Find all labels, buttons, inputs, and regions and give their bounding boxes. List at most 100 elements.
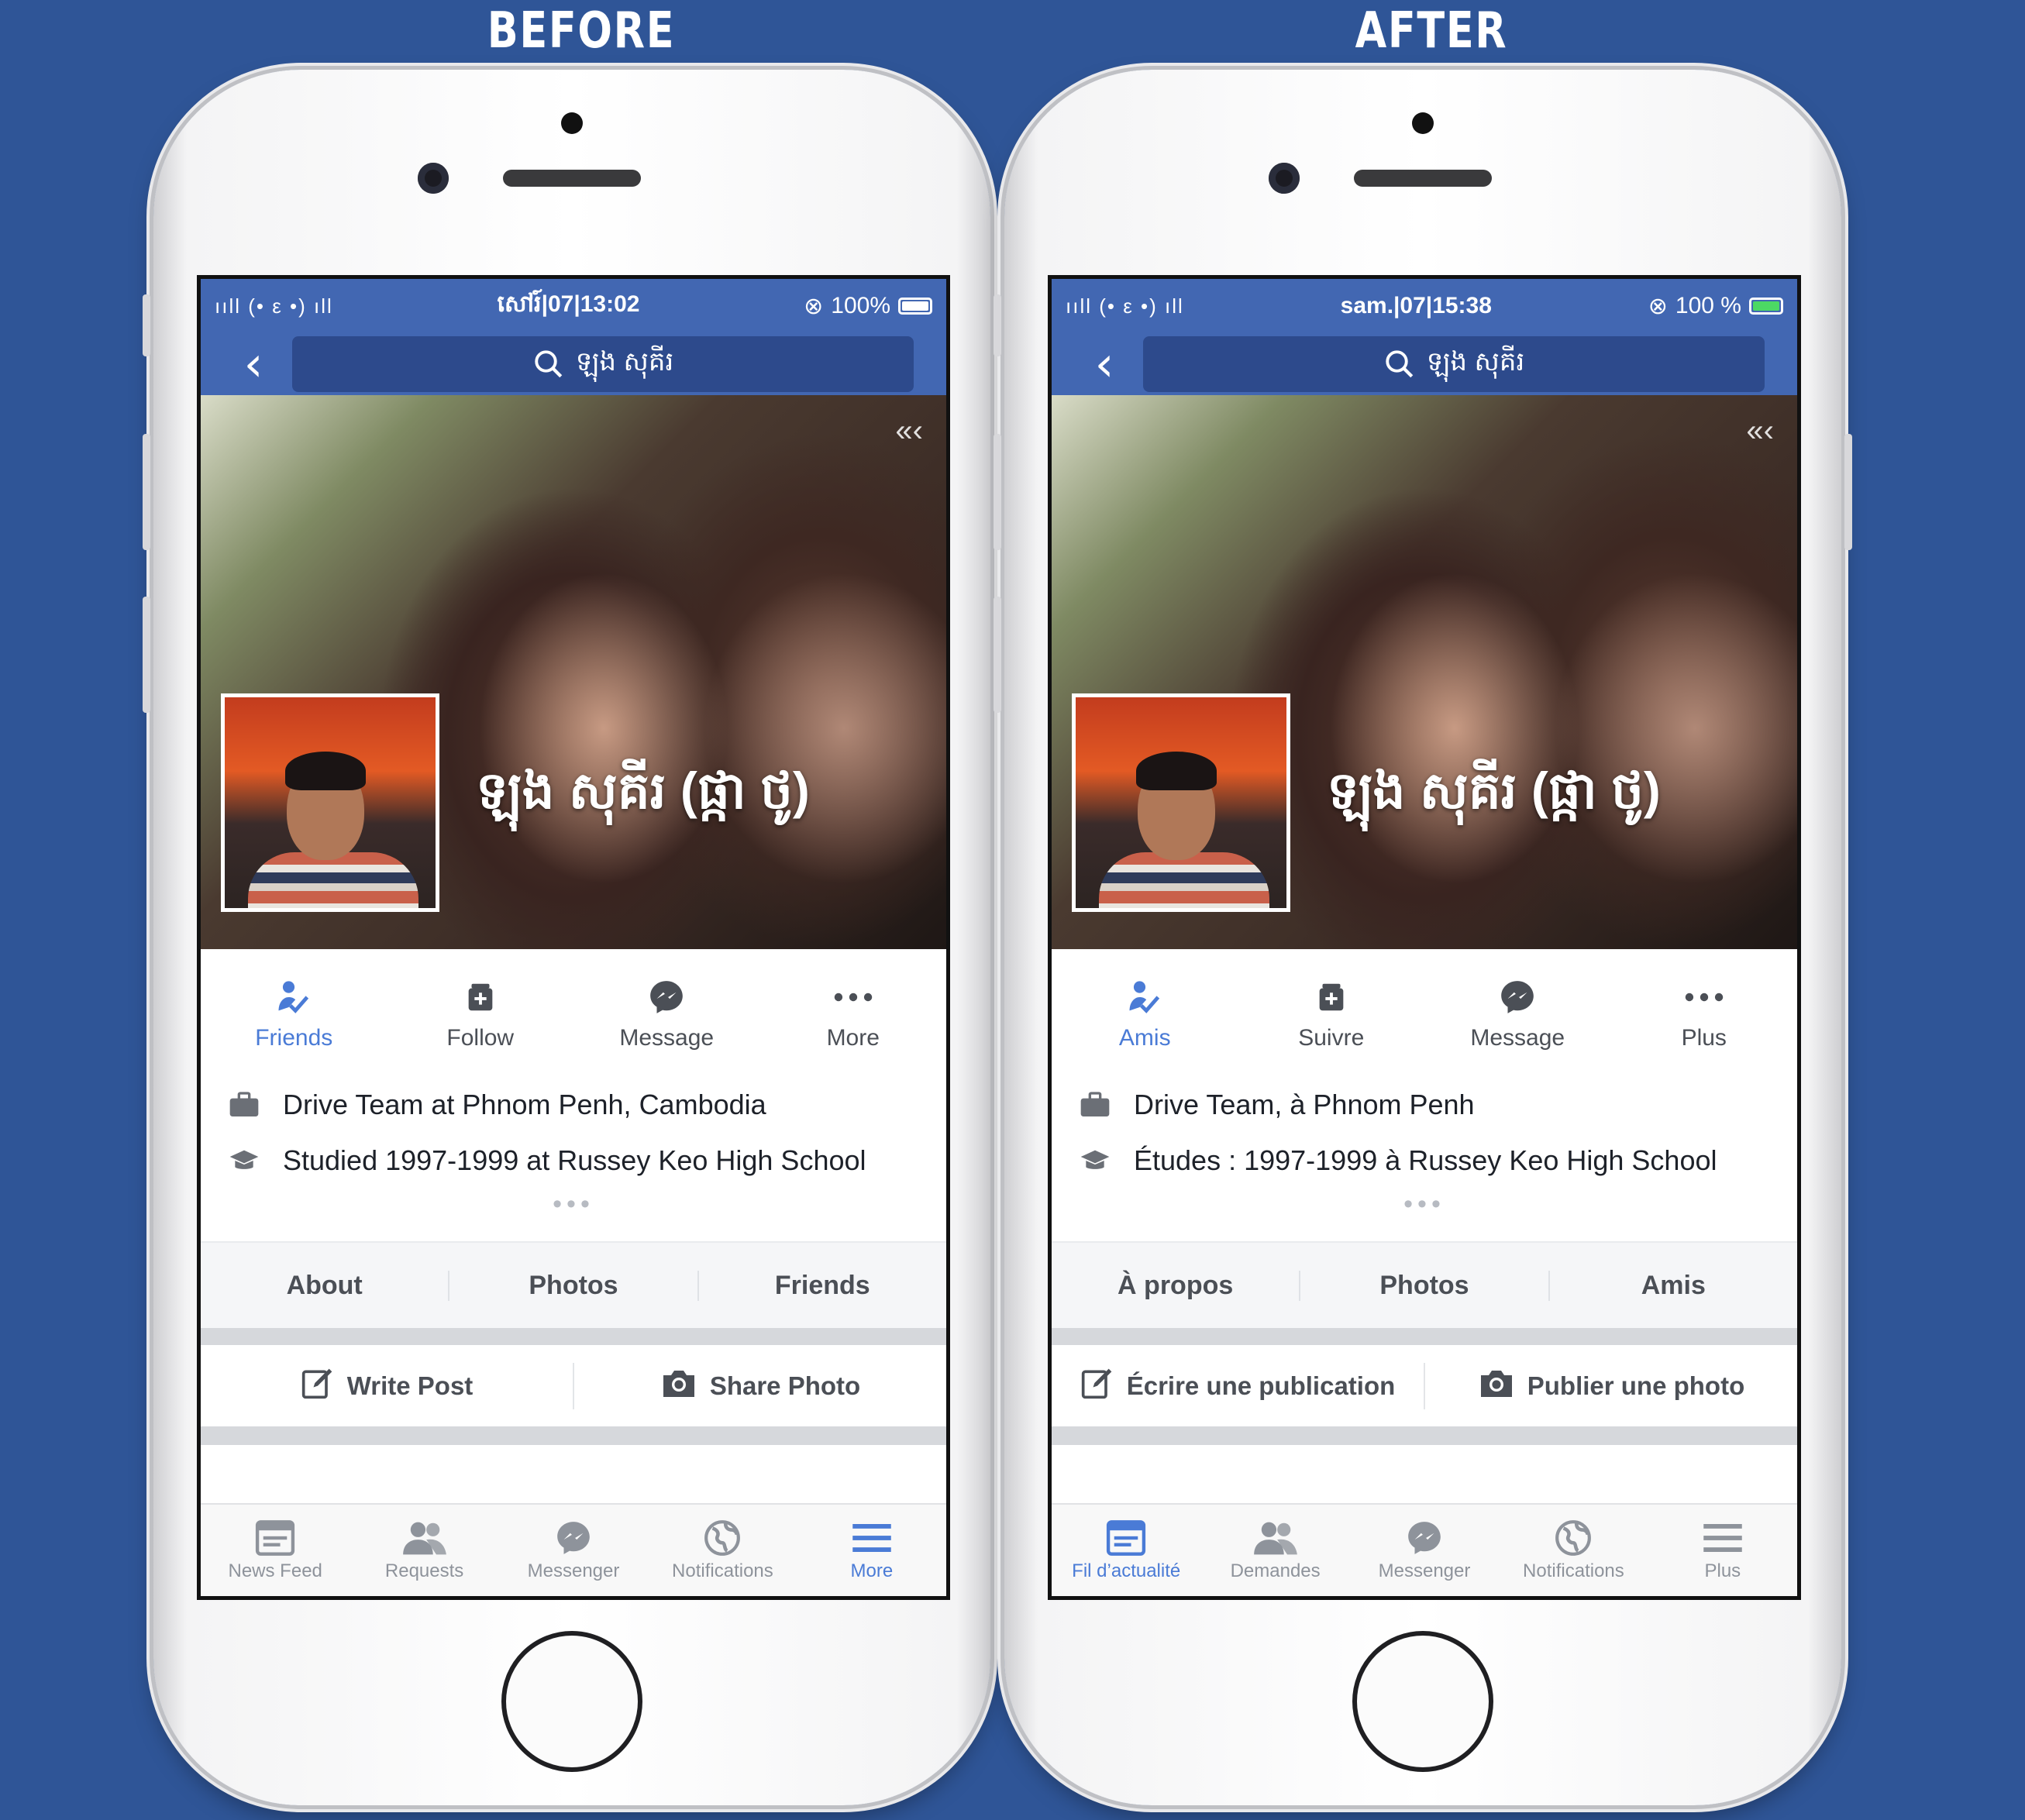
info-text: Studied 1997-1999 at Russey Keo High Sch… (283, 1144, 866, 1176)
composer-label: Share Photo (709, 1371, 861, 1400)
action-follow-button[interactable]: Follow (387, 975, 574, 1051)
tabbar-label: News Feed (228, 1560, 322, 1581)
cover-photo[interactable]: «‹ ឡុង សុគីរ (ផ្កា ថូ) (201, 395, 946, 949)
screen: ııll (• ε •) ıll សៅរ៍|07|13:02 ⊗ 100% ‹ … (197, 275, 950, 1600)
tabbar-fil-d-actualite[interactable]: Fil d’actualité (1052, 1505, 1200, 1596)
info-text: Études : 1997-1999 à Russey Keo High Sch… (1134, 1144, 1717, 1176)
cover-photo[interactable]: «‹ ឡុង សុគីរ (ផ្កា ថូ) (1052, 395, 1797, 949)
info-more-dots[interactable]: ••• (201, 1189, 946, 1232)
top-navbar: ‹ ឡុង សុគីរ (1052, 333, 1797, 395)
back-icon[interactable]: ‹ (215, 333, 292, 395)
home-button[interactable] (501, 1631, 642, 1772)
tab-friends[interactable]: Friends (699, 1271, 946, 1301)
action-suivre-button[interactable]: Suivre (1238, 975, 1425, 1051)
tabbar-requests[interactable]: Requests (350, 1505, 498, 1596)
profile-tabs: À propos Photos Amis (1052, 1241, 1797, 1328)
briefcase-icon (229, 1092, 283, 1118)
camera-icon (1478, 1368, 1515, 1405)
action-label: Message (1470, 1024, 1565, 1051)
tab-photos[interactable]: Photos (449, 1270, 699, 1301)
tabbar-label: Notifications (672, 1560, 773, 1581)
info-more-dots[interactable]: ••• (1052, 1189, 1797, 1232)
edit-icon (301, 1366, 335, 1406)
tabbar-demandes[interactable]: Demandes (1200, 1505, 1349, 1596)
requests-icon (1200, 1516, 1349, 1560)
earpiece-speaker (1354, 170, 1492, 187)
battery-icon (898, 298, 932, 315)
follow-icon (1238, 975, 1425, 1019)
more-dots-icon (1611, 975, 1798, 1019)
search-bar[interactable]: ឡុង សុគីរ (292, 336, 914, 392)
signal-indicator: ııll (• ε •) ıll (1066, 294, 1184, 318)
after-caption: AFTER (1355, 2, 1508, 60)
info-row: Studied 1997-1999 at Russey Keo High Sch… (229, 1133, 918, 1189)
alarm-icon: ⊗ (804, 293, 824, 319)
action-label: More (826, 1024, 880, 1051)
more-dots-icon (760, 975, 947, 1019)
action-message-button[interactable]: Message (573, 975, 760, 1051)
screen: ııll (• ε •) ıll sam.|07|15:38 ⊗ 100 % ‹… (1048, 275, 1801, 1600)
profile-name: ឡុង សុគីរ (ផ្កា ថូ) (1327, 762, 1661, 819)
search-bar[interactable]: ឡុង សុគីរ (1143, 336, 1765, 392)
action-more-button[interactable]: More (760, 975, 947, 1051)
tabbar-notifications[interactable]: Notifications (1499, 1505, 1648, 1596)
search-query: ឡុង សុគីរ (575, 347, 674, 377)
camera-icon (660, 1368, 697, 1405)
section-divider (1052, 1328, 1797, 1345)
tabbar-label: Plus (1704, 1560, 1741, 1581)
action-label: Friends (255, 1024, 333, 1051)
power-button (1844, 434, 1852, 550)
messenger-icon (1424, 975, 1611, 1019)
follow-icon (387, 975, 574, 1019)
info-row: Études : 1997-1999 à Russey Keo High Sch… (1080, 1133, 1769, 1189)
battery-percent: 100 % (1675, 293, 1741, 318)
collapse-chevrons-icon[interactable]: «‹ (895, 414, 923, 449)
profile-actions: Friends Follow Message More (201, 949, 946, 1077)
composer-label: Write Post (346, 1371, 474, 1400)
battery-percent: 100% (831, 293, 890, 318)
share-photo-button[interactable]: Share Photo (574, 1363, 946, 1409)
tabbar-notifications[interactable]: Notifications (648, 1505, 797, 1596)
graduation-cap-icon (229, 1147, 283, 1174)
collapse-chevrons-icon[interactable]: «‹ (1746, 414, 1774, 449)
phone-before: ııll (• ε •) ıll សៅរ៍|07|13:02 ⊗ 100% ‹ … (143, 70, 1001, 1805)
action-amis-button[interactable]: Amis (1052, 975, 1238, 1051)
action-message-button[interactable]: Message (1424, 975, 1611, 1051)
share-photo-button[interactable]: Publier une photo (1425, 1363, 1797, 1409)
composer-label: Publier une photo (1527, 1371, 1745, 1400)
home-button[interactable] (1352, 1631, 1493, 1772)
battery-group: ⊗ 100 % (1648, 293, 1783, 320)
tab-amis[interactable]: Amis (1550, 1271, 1797, 1301)
back-icon[interactable]: ‹ (1066, 333, 1143, 395)
composer-label: Écrire une publication (1126, 1371, 1396, 1400)
action-friends-button[interactable]: Friends (201, 975, 387, 1051)
tabbar-plus[interactable]: Plus (1648, 1505, 1797, 1596)
tabbar-label: More (850, 1560, 894, 1581)
composer-bar: Écrire une publication Publier une photo (1052, 1345, 1797, 1426)
section-divider (201, 1426, 946, 1445)
earpiece-speaker (503, 170, 641, 187)
tabbar-label: Notifications (1523, 1560, 1624, 1581)
bottom-tab-bar: News Feed Requests Messenger Notifications M… (201, 1503, 946, 1596)
tab-photos[interactable]: Photos (1300, 1270, 1550, 1301)
write-post-button[interactable]: Write Post (201, 1362, 574, 1409)
volume-up-button (994, 434, 1001, 550)
news-feed-icon (1052, 1516, 1200, 1560)
messenger-icon (499, 1516, 648, 1560)
tab-about[interactable]: About (201, 1270, 450, 1301)
tab-a-propos[interactable]: À propos (1052, 1270, 1301, 1301)
write-post-button[interactable]: Écrire une publication (1052, 1362, 1425, 1409)
tabbar-messenger[interactable]: Messenger (499, 1505, 648, 1596)
volume-down-button (994, 597, 1001, 713)
profile-actions: Amis Suivre Message Plus (1052, 949, 1797, 1077)
front-camera (418, 163, 449, 194)
info-row: Drive Team at Phnom Penh, Cambodia (229, 1077, 918, 1133)
tabbar-news-feed[interactable]: News Feed (201, 1505, 350, 1596)
tabbar-more[interactable]: More (797, 1505, 946, 1596)
signal-indicator: ııll (• ε •) ıll (215, 294, 333, 318)
tabbar-messenger[interactable]: Messenger (1350, 1505, 1499, 1596)
action-plus-button[interactable]: Plus (1611, 975, 1798, 1051)
profile-picture[interactable] (221, 693, 439, 912)
action-label: Suivre (1298, 1024, 1365, 1051)
profile-picture[interactable] (1072, 693, 1290, 912)
